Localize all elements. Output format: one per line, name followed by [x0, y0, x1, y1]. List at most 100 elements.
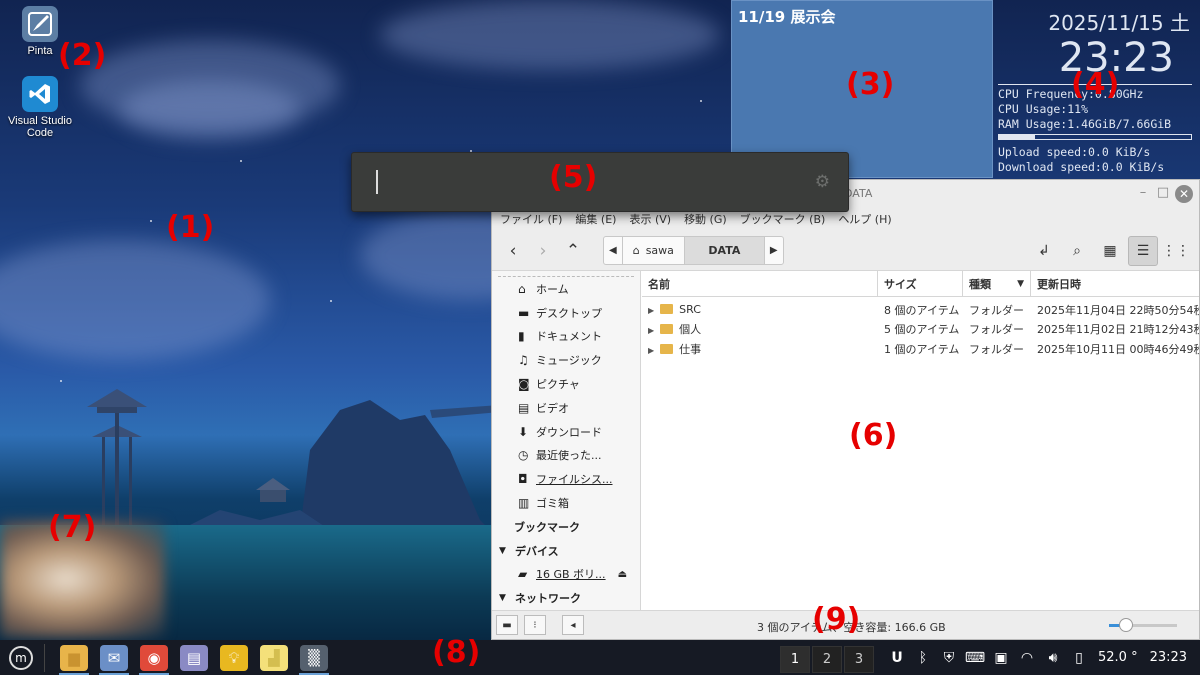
recent-icon: ◷: [518, 448, 529, 463]
table-row[interactable]: ▶ 個人 5 個のアイテム フォルダー 2025年11月02日 21時12分43秒: [642, 320, 1199, 340]
workspace-1[interactable]: 1: [780, 646, 810, 673]
star: [60, 380, 62, 382]
sidebar-item-label: ゴミ箱: [536, 497, 569, 511]
menu-view[interactable]: 表示 (V): [629, 211, 671, 227]
desktop-icon-vscode[interactable]: Visual Studio Code: [0, 76, 80, 139]
column-name[interactable]: 名前: [642, 271, 878, 296]
taskbar-app-chrome[interactable]: ◉: [137, 640, 171, 675]
table-row[interactable]: ▶ 仕事 1 個のアイテム フォルダー 2025年10月11日 00時46分49秒: [642, 339, 1199, 359]
clipboard-icon[interactable]: ▣: [988, 650, 1014, 666]
show-places-icon[interactable]: ▬: [496, 615, 518, 635]
file-size: 1 個のアイテム: [884, 342, 960, 356]
sort-down-icon: ▼: [1017, 278, 1024, 289]
taskbar-app-blurred[interactable]: ▒: [297, 640, 331, 675]
file-type: フォルダー: [969, 303, 1024, 317]
sidebar-item-label: 16 GB ボリ...: [536, 568, 606, 582]
sidebar-section-label: デバイス: [515, 544, 559, 558]
icon-view-icon[interactable]: ▦: [1095, 236, 1125, 266]
annotation-1: (1): [166, 210, 215, 245]
taskbar-app-mail[interactable]: ✉: [97, 640, 131, 675]
workspace-2[interactable]: 2: [812, 646, 842, 673]
close-icon[interactable]: ✕: [1175, 185, 1193, 203]
taskbar-app-idea[interactable]: 💡︎: [217, 640, 251, 675]
menu-file[interactable]: ファイル (F): [500, 211, 562, 227]
sidebar-item-videos[interactable]: ▤ ビデオ: [492, 396, 640, 420]
desktop-icon: ▬: [518, 305, 530, 320]
file-manager-body: ⌂ ホーム ▬ デスクトップ ▮ ドキュメント ♫ ミュージック ◙ ピクチャ ▤ ビデオ …: [492, 271, 1199, 610]
open-terminal-icon[interactable]: ↲: [1029, 236, 1059, 266]
sidebar-item-label: デスクトップ: [536, 306, 602, 320]
breadcrumb-current[interactable]: DATA: [684, 237, 765, 264]
sidebar-section-devices[interactable]: ▼ デバイス: [492, 539, 640, 563]
ram-usage-bar-fill: [999, 135, 1036, 139]
menu-button[interactable]: m: [4, 640, 38, 675]
expander-icon[interactable]: ▶: [648, 346, 654, 355]
sidebar-item-home[interactable]: ⌂ ホーム: [492, 277, 640, 301]
annotation-4: (4): [1071, 67, 1120, 102]
temperature-readout[interactable]: 52.0 °: [1098, 650, 1138, 665]
taskbar-app-notes[interactable]: ▤: [177, 640, 211, 675]
sidebar-item-label: 最近使った...: [536, 449, 602, 463]
file-manager-window[interactable]: DATA – □ ✕ ファイル (F) 編集 (E) 表示 (V) 移動 (G)…: [491, 179, 1200, 640]
back-icon[interactable]: ‹: [498, 236, 528, 266]
menu-help[interactable]: ヘルプ (H): [838, 211, 891, 227]
keyboard-icon[interactable]: ⌨: [962, 650, 988, 666]
search-icon[interactable]: ⌕: [1062, 236, 1092, 266]
forward-icon[interactable]: ›: [528, 236, 558, 266]
minimize-icon[interactable]: –: [1135, 185, 1151, 201]
menu-edit[interactable]: 編集 (E): [575, 211, 616, 227]
launcher-input[interactable]: [376, 170, 378, 194]
breadcrumb-label: sawa: [645, 244, 674, 257]
column-type[interactable]: 種類 ▼: [963, 271, 1031, 296]
sidebar-item-trash[interactable]: ▥ ゴミ箱: [492, 491, 640, 515]
sidebar-item-device[interactable]: ▰ 16 GB ボリ... ⏏: [492, 563, 640, 587]
wifi-icon[interactable]: ◠: [1014, 650, 1040, 666]
annotation-9: (9): [812, 602, 861, 637]
up-icon[interactable]: ⌃: [558, 236, 588, 266]
star: [700, 100, 702, 102]
zoom-slider-knob[interactable]: [1119, 618, 1133, 632]
zoom-slider[interactable]: [1109, 618, 1177, 632]
cloud: [0, 240, 270, 360]
show-tree-icon[interactable]: ⁝: [524, 615, 546, 635]
taskbar-clock[interactable]: 23:23: [1150, 650, 1187, 665]
taskbar-app-files[interactable]: ▆: [57, 640, 91, 675]
table-row[interactable]: ▶ SRC 8 個のアイテム フォルダー 2025年11月04日 22時50分54…: [642, 300, 1199, 320]
sidebar-section-network[interactable]: ▼ ネットワーク: [492, 586, 640, 610]
list-view-icon[interactable]: ☰: [1128, 236, 1158, 266]
compact-view-icon[interactable]: ⋮⋮: [1161, 236, 1191, 266]
expander-icon[interactable]: ▶: [648, 326, 654, 335]
breadcrumb-left-icon[interactable]: ◀: [604, 237, 623, 264]
menu-go[interactable]: 移動 (G): [684, 211, 727, 227]
app-launcher[interactable]: ⚙: [351, 152, 849, 212]
gear-icon[interactable]: ⚙: [815, 172, 830, 192]
expander-icon[interactable]: ▶: [648, 306, 654, 315]
sidebar-item-filesystem[interactable]: ◘ ファイルシス...: [492, 467, 640, 491]
sidebar-item-pictures[interactable]: ◙ ピクチャ: [492, 372, 640, 396]
sidebar-item-documents[interactable]: ▮ ドキュメント: [492, 325, 640, 349]
taskbar-app-sticky[interactable]: ▟: [257, 640, 291, 675]
sidebar-item-downloads[interactable]: ⬇ ダウンロード: [492, 420, 640, 444]
breadcrumb: ◀ ⌂ sawa DATA ▶: [603, 236, 784, 265]
menu-bookmarks[interactable]: ブックマーク (B): [740, 211, 826, 227]
shield-icon[interactable]: ⛨: [936, 650, 962, 666]
toggle-sidebar-icon[interactable]: ◂: [562, 615, 584, 635]
home-icon: ⌂: [632, 244, 640, 257]
column-type-label: 種類: [969, 277, 991, 291]
update-icon[interactable]: U: [884, 650, 910, 666]
workspace-3[interactable]: 3: [844, 646, 874, 673]
sidebar-item-recent[interactable]: ◷ 最近使った...: [492, 444, 640, 468]
column-size[interactable]: サイズ: [878, 271, 963, 296]
bluetooth-icon[interactable]: ᛒ: [910, 650, 936, 666]
sidebar-item-desktop[interactable]: ▬ デスクトップ: [492, 301, 640, 325]
eject-icon[interactable]: ⏏: [618, 569, 627, 580]
maximize-icon[interactable]: □: [1155, 185, 1171, 201]
breadcrumb-right-icon[interactable]: ▶: [765, 237, 783, 264]
volume-icon[interactable]: 🔊︎: [1040, 650, 1066, 666]
list-header: 名前 サイズ 種類 ▼ 更新日時: [642, 271, 1199, 297]
sidebar-section-bookmarks[interactable]: ブックマーク: [492, 515, 640, 539]
column-modified[interactable]: 更新日時: [1031, 271, 1199, 296]
sidebar-item-music[interactable]: ♫ ミュージック: [492, 348, 640, 372]
breadcrumb-home[interactable]: ⌂ sawa: [623, 237, 685, 264]
battery-icon[interactable]: ▯: [1066, 650, 1092, 666]
